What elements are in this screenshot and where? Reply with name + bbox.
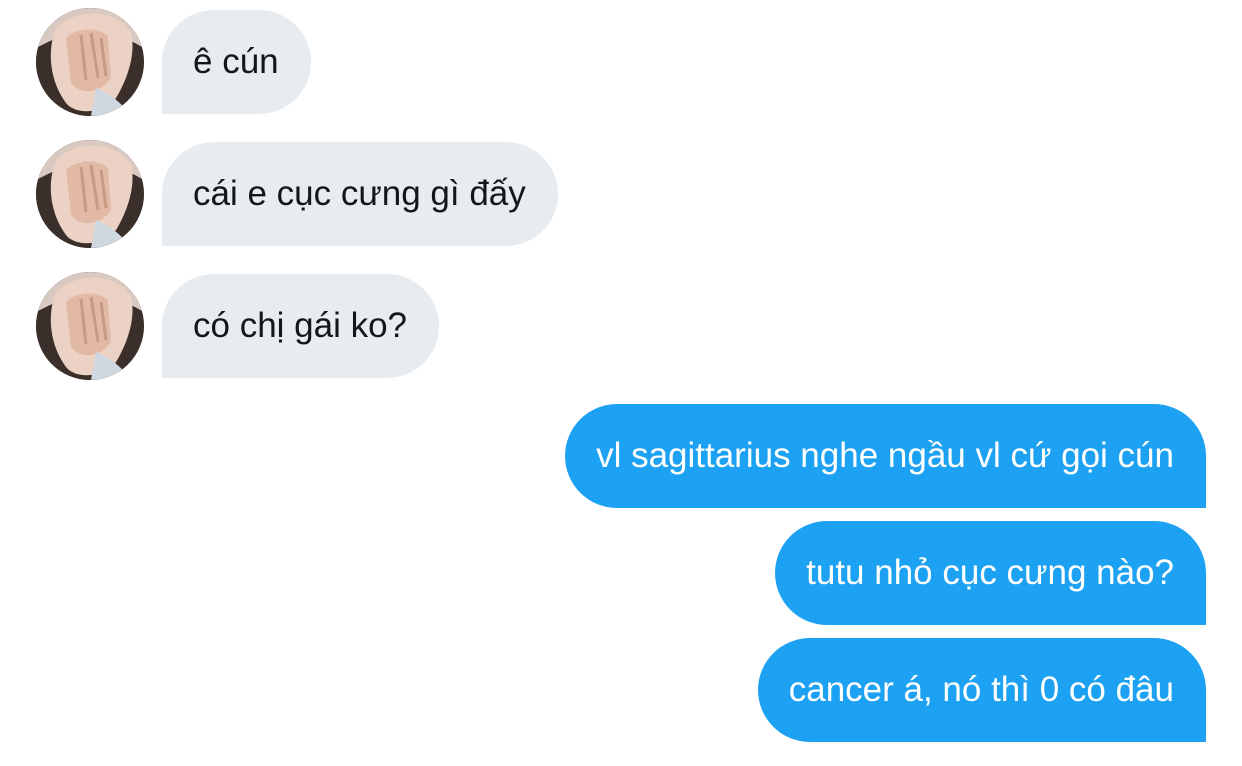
incoming-message-bubble[interactable]: có chị gái ko?	[162, 274, 440, 378]
avatar-photo-icon	[36, 8, 144, 116]
incoming-message-bubble[interactable]: cái e cục cưng gì đấy	[162, 142, 558, 246]
sender-avatar[interactable]	[36, 272, 144, 380]
outgoing-message-bubble[interactable]: vl sagittarius nghe ngầu vl cứ gọi cún	[565, 404, 1206, 508]
avatar-photo-icon	[36, 140, 144, 248]
avatar-photo-icon	[36, 272, 144, 380]
outgoing-message-bubble[interactable]: tutu nhỏ cục cưng nào?	[775, 521, 1206, 625]
sender-avatar[interactable]	[36, 8, 144, 116]
chat-conversation: ê cún cái e cục cưng gì đấy có chị gái k…	[0, 0, 1242, 766]
message-row-incoming: cái e cục cưng gì đấy	[36, 140, 558, 248]
message-row-outgoing: vl sagittarius nghe ngầu vl cứ gọi cún	[565, 404, 1206, 508]
message-row-outgoing: tutu nhỏ cục cưng nào?	[775, 521, 1206, 625]
sender-avatar[interactable]	[36, 140, 144, 248]
message-row-incoming: có chị gái ko?	[36, 272, 440, 380]
message-row-outgoing: cancer á, nó thì 0 có đâu	[757, 638, 1206, 742]
incoming-message-bubble[interactable]: ê cún	[162, 10, 311, 114]
outgoing-message-bubble[interactable]: cancer á, nó thì 0 có đâu	[757, 638, 1206, 742]
message-row-incoming: ê cún	[36, 8, 311, 116]
